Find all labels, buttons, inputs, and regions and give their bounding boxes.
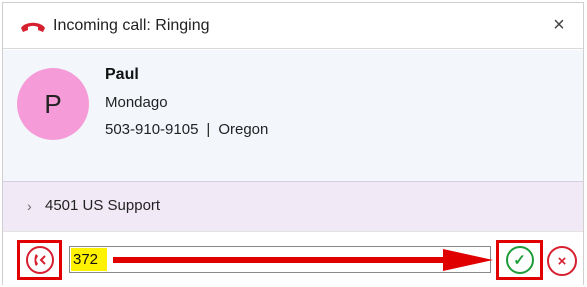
contact-name: Paul (105, 66, 139, 83)
queue-row[interactable]: › 4501 US Support (3, 181, 583, 231)
decline-button[interactable]: × (547, 246, 577, 276)
contact-panel: P Paul Mondago 503-910-9105 | Oregon (3, 50, 583, 181)
arrow-right-icon (113, 249, 493, 271)
phone-handset-icon (21, 22, 45, 32)
contact-details: 503-910-9105 | Oregon (105, 121, 268, 138)
queue-label: 4501 US Support (45, 197, 161, 214)
incoming-call-window: Incoming call: Ringing × P Paul Mondago … (2, 2, 584, 286)
title-bar: Incoming call: Ringing × (3, 3, 583, 49)
window-title: Incoming call: Ringing (53, 17, 210, 34)
call-actions-bar: 372 ✓ × (3, 231, 583, 286)
chevron-right-icon[interactable]: › (27, 198, 32, 214)
answer-highlight-box (496, 240, 543, 280)
contact-location: Oregon (218, 121, 269, 138)
avatar: P (17, 68, 89, 140)
contact-company: Mondago (105, 94, 168, 111)
contact-phone: 503-910-9105 (105, 121, 199, 138)
transfer-highlight-box (17, 240, 62, 280)
close-button[interactable]: × (549, 15, 569, 35)
contact-separator: | (206, 121, 211, 138)
